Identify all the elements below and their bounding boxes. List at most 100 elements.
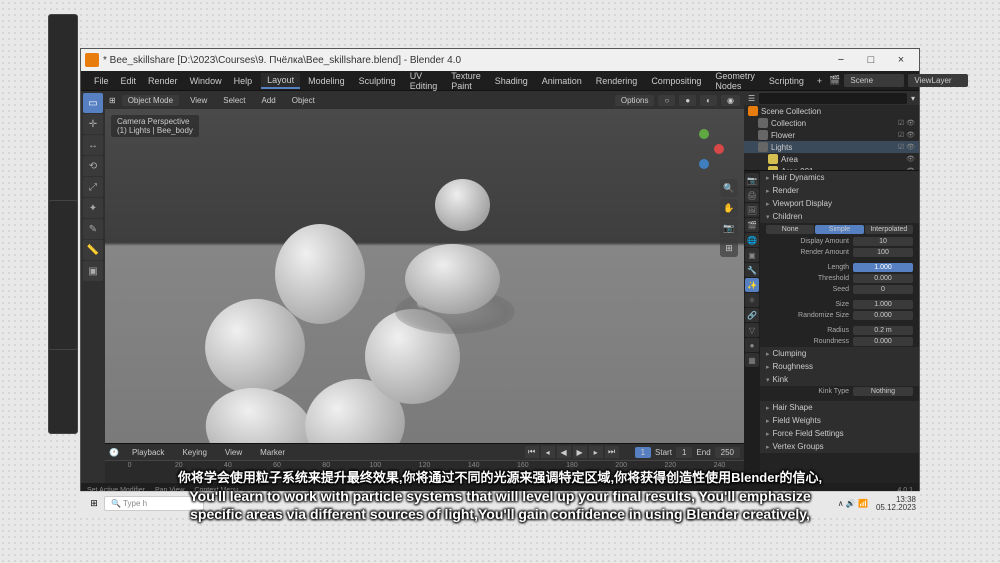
shading-mode-rendered[interactable]: ◉ [721,95,740,106]
perspective-icon[interactable]: ⊞ [720,239,738,257]
prop-tab-data[interactable]: ▽ [745,323,759,337]
workspace-modeling[interactable]: Modeling [302,74,351,88]
prop-tab-output[interactable]: 🖨 [745,188,759,202]
menu-edit[interactable]: Edit [116,74,142,88]
close-button[interactable]: × [887,51,915,69]
tool-transform[interactable]: ✦ [83,198,103,218]
section-vertex-groups[interactable]: ▸Vertex Groups [760,440,919,453]
outliner-item[interactable]: Area 👁 [744,153,919,165]
zoom-icon[interactable]: 🔍 [720,179,738,197]
prev-keyframe-button[interactable]: ◂ [541,446,555,458]
prop-tab-scene[interactable]: 🎬 [745,218,759,232]
tool-move[interactable]: ↔ [83,135,103,155]
tool-annotate[interactable]: ✎ [83,219,103,239]
tool-select-box[interactable]: ▭ [83,93,103,113]
jump-start-button[interactable]: ⏮ [525,446,539,458]
outliner-item[interactable]: Lights ☑👁 [744,141,919,153]
section-force-field[interactable]: ▸Force Field Settings [760,427,919,440]
workspace-add[interactable]: + [812,74,827,88]
menu-render[interactable]: Render [143,74,183,88]
workspace-layout[interactable]: Layout [261,73,300,89]
viewport-options[interactable]: Options [615,95,655,106]
section-viewport-display[interactable]: ▸Viewport Display [760,197,919,210]
shading-mode-solid[interactable]: ● [679,95,696,106]
navigation-gizmo[interactable] [684,129,724,169]
prop-tab-physics[interactable]: ⚛ [745,293,759,307]
size-input[interactable]: 1.000 [853,300,913,309]
outliner-type-icon[interactable]: ☰ [748,94,755,103]
pan-icon[interactable]: ✋ [720,199,738,217]
prop-tab-world[interactable]: 🌐 [745,233,759,247]
viewport-menu-add[interactable]: Add [257,94,281,107]
play-button[interactable]: ▶ [573,446,587,458]
children-mode-none[interactable]: None [766,225,814,234]
menu-help[interactable]: Help [229,74,258,88]
section-roughness[interactable]: ▸Roughness [760,360,919,373]
gizmo-x-axis[interactable] [714,144,724,154]
prop-tab-particles[interactable]: ✨ [745,278,759,292]
length-input[interactable]: 1.000 [853,263,913,272]
outliner-scene-collection[interactable]: Scene Collection [744,105,919,117]
workspace-compositing[interactable]: Compositing [645,74,707,88]
roundness-input[interactable]: 0.000 [853,337,913,346]
display-amount-input[interactable]: 10 [853,237,913,246]
gizmo-z-axis[interactable] [699,159,709,169]
randomize-size-input[interactable]: 0.000 [853,311,913,320]
viewlayer-selector[interactable]: ViewLayer [908,74,968,87]
maximize-button[interactable]: □ [857,51,885,69]
menu-file[interactable]: File [89,74,114,88]
threshold-input[interactable]: 0.000 [853,274,913,283]
timeline-playback[interactable]: Playback [127,446,169,459]
viewport-menu-view[interactable]: View [185,94,212,107]
tool-cursor[interactable]: ✛ [83,114,103,134]
prop-tab-constraints[interactable]: 🔗 [745,308,759,322]
section-clumping[interactable]: ▸Clumping [760,347,919,360]
next-keyframe-button[interactable]: ▸ [589,446,603,458]
workspace-animation[interactable]: Animation [536,74,588,88]
scene-selector[interactable]: Scene [844,74,904,87]
children-mode-simple[interactable]: Simple [815,225,863,234]
viewport-menu-object[interactable]: Object [287,94,320,107]
prop-tab-object[interactable]: ▣ [745,248,759,262]
section-field-weights[interactable]: ▸Field Weights [760,414,919,427]
seed-input[interactable]: 0 [853,285,913,294]
render-amount-input[interactable]: 100 [853,248,913,257]
shading-mode-wireframe[interactable]: ○ [658,95,675,106]
timeline-view[interactable]: View [220,446,247,459]
tool-rotate[interactable]: ⟲ [83,156,103,176]
section-render[interactable]: ▸Render [760,184,919,197]
tool-measure[interactable]: 📏 [83,240,103,260]
timeline-keying[interactable]: Keying [177,446,211,459]
radius-input[interactable]: 0.2 m [853,326,913,335]
current-frame[interactable]: 1 [635,447,651,458]
section-kink[interactable]: ▾Kink [760,373,919,386]
gizmo-y-axis[interactable] [699,129,709,139]
outliner-item[interactable]: Collection ☑👁 [744,117,919,129]
jump-end-button[interactable]: ⏭ [605,446,619,458]
workspace-scripting[interactable]: Scripting [763,74,810,88]
end-frame[interactable]: 250 [715,447,740,458]
minimize-button[interactable]: − [827,51,855,69]
prop-tab-material[interactable]: ● [745,338,759,352]
children-mode-interpolated[interactable]: Interpolated [865,225,913,234]
section-hair-dynamics[interactable]: ▸Hair Dynamics [760,171,919,184]
editor-type-icon[interactable]: ⊞ [109,96,116,105]
outliner-search[interactable] [759,93,907,104]
menu-window[interactable]: Window [185,74,227,88]
workspace-sculpting[interactable]: Sculpting [353,74,402,88]
outliner-filter-icon[interactable]: ▾ [911,94,915,103]
prop-tab-texture[interactable]: ▦ [745,353,759,367]
workspace-texture-paint[interactable]: Texture Paint [445,69,487,93]
camera-icon[interactable]: 📷 [720,219,738,237]
shading-mode-material[interactable]: ◐ [700,95,717,106]
outliner-item[interactable]: Flower ☑👁 [744,129,919,141]
mode-selector[interactable]: Object Mode [122,95,179,106]
section-children[interactable]: ▾Children [760,210,919,223]
section-hair-shape[interactable]: ▸Hair Shape [760,401,919,414]
start-frame[interactable]: 1 [676,447,692,458]
workspace-uv-editing[interactable]: UV Editing [404,69,444,93]
tool-scale[interactable]: ⤢ [83,177,103,197]
timeline-marker[interactable]: Marker [255,446,290,459]
3d-viewport[interactable]: Camera Perspective (1) Lights | Bee_body [105,109,744,443]
prop-tab-viewlayer[interactable]: 🖼 [745,203,759,217]
